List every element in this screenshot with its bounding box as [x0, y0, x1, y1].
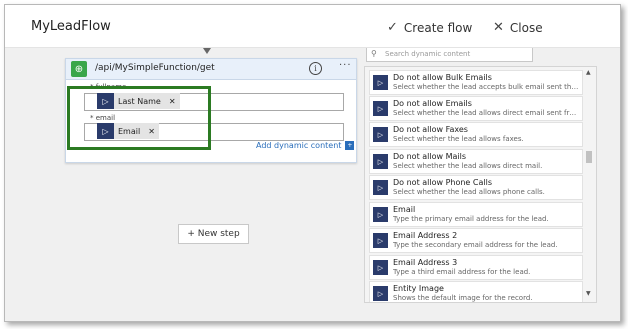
highlight-box [67, 86, 211, 150]
close-icon: ✕ [493, 20, 504, 35]
list-item[interactable]: ▷ Do not allow Emails Select whether the… [369, 96, 583, 121]
item-desc: Select whether the lead allows phone cal… [393, 188, 545, 196]
item-name: Entity Image [393, 284, 444, 293]
item-desc: Select whether the lead allows direct em… [393, 109, 579, 117]
dynamic-search-input[interactable]: ⚲ Search dynamic content [366, 48, 533, 62]
checkmark-icon: ✓ [387, 20, 398, 35]
new-step-button[interactable]: + New step [178, 224, 249, 244]
dynamics-icon: ▷ [373, 75, 388, 90]
info-icon[interactable]: i [309, 62, 322, 75]
item-name: Do not allow Phone Calls [393, 178, 492, 187]
scroll-thumb[interactable] [586, 151, 592, 163]
card-header[interactable]: ⊕ /api/MySimpleFunction/get i ··· [66, 59, 356, 80]
create-flow-button[interactable]: ✓ Create flow [387, 20, 472, 35]
create-flow-label: Create flow [403, 20, 473, 35]
search-placeholder: Search dynamic content [385, 50, 471, 58]
list-item[interactable]: ▷ Email Type the primary email address f… [369, 202, 583, 227]
item-desc: Select whether the lead allows faxes. [393, 135, 524, 143]
list-item[interactable]: ▷ Entity Image Shows the default image f… [369, 281, 583, 302]
item-name: Email [393, 205, 416, 214]
close-label: Close [509, 20, 543, 35]
add-dynamic-content-link[interactable]: Add dynamic content + [256, 141, 355, 150]
flow-title: MyLeadFlow [31, 19, 111, 34]
list-item[interactable]: ▷ Do not allow Faxes Select whether the … [369, 122, 583, 147]
connector-arrow-icon [203, 48, 211, 54]
card-title: /api/MySimpleFunction/get [95, 63, 215, 73]
item-desc: Type the secondary email address for the… [393, 241, 558, 249]
dynamics-icon: ▷ [373, 101, 388, 116]
item-name: Email Address 3 [393, 258, 458, 267]
scroll-up-icon[interactable]: ▲ [586, 69, 591, 76]
globe-icon: ⊕ [71, 61, 87, 77]
dynamic-content-panel: ▷ Do not allow Bulk Emails Select whethe… [364, 66, 597, 303]
item-desc: Type a third email address for the lead. [393, 268, 531, 276]
item-desc: Type the primary email address for the l… [393, 215, 549, 223]
item-name: Email Address 2 [393, 231, 458, 240]
list-item[interactable]: ▷ Do not allow Bulk Emails Select whethe… [369, 70, 583, 95]
list-item[interactable]: ▷ Email Address 2 Type the secondary ema… [369, 228, 583, 253]
header-bar: MyLeadFlow ✓ Create flow ✕ Close [5, 5, 620, 48]
item-desc: Select whether the lead accepts bulk ema… [393, 83, 579, 91]
dynamics-icon: ▷ [373, 127, 388, 142]
item-name: Do not allow Bulk Emails [393, 73, 492, 82]
more-options-icon[interactable]: ··· [339, 60, 352, 71]
dynamics-icon: ▷ [373, 286, 388, 301]
item-desc: Select whether the lead allows direct ma… [393, 162, 543, 170]
dynamics-icon: ▷ [373, 233, 388, 248]
search-icon: ⚲ [371, 49, 377, 58]
item-name: Do not allow Faxes [393, 125, 468, 134]
item-desc: Shows the default image for the record. [393, 294, 533, 302]
dynamics-icon: ▷ [373, 260, 388, 275]
dynamics-icon: ▷ [373, 154, 388, 169]
list-item[interactable]: ▷ Do not allow Phone Calls Select whethe… [369, 175, 583, 200]
add-dynamic-label: Add dynamic content [256, 141, 342, 150]
panel-scrollbar[interactable]: ▲ ▼ [584, 66, 594, 301]
dynamics-icon: ▷ [373, 180, 388, 195]
close-button[interactable]: ✕ Close [493, 20, 543, 35]
item-name: Do not allow Emails [393, 99, 472, 108]
list-item[interactable]: ▷ Email Address 3 Type a third email add… [369, 255, 583, 280]
add-icon: + [345, 141, 355, 150]
dynamics-icon: ▷ [373, 207, 388, 222]
scroll-down-icon[interactable]: ▼ [586, 290, 591, 297]
list-item[interactable]: ▷ Do not allow Mails Select whether the … [369, 149, 583, 174]
app-window: MyLeadFlow ✓ Create flow ✕ Close ⊕ /api/… [4, 4, 621, 322]
item-name: Do not allow Mails [393, 152, 466, 161]
